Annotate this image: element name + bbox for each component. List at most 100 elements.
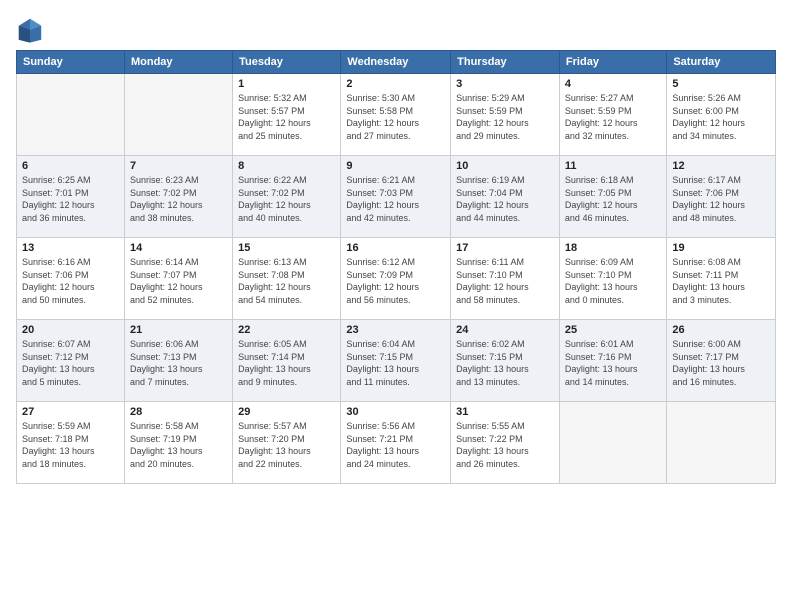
calendar-cell — [124, 74, 232, 156]
day-number: 10 — [456, 160, 554, 172]
day-info: Sunrise: 6:17 AM Sunset: 7:06 PM Dayligh… — [672, 174, 770, 224]
calendar-cell: 5 Sunrise: 5:26 AM Sunset: 6:00 PM Daylig… — [667, 74, 776, 156]
calendar-cell: 30 Sunrise: 5:56 AM Sunset: 7:21 PM Dayli… — [341, 402, 451, 484]
calendar-cell: 23 Sunrise: 6:04 AM Sunset: 7:15 PM Dayli… — [341, 320, 451, 402]
calendar-cell: 24Sunrise: 6:02 AM Sunset: 7:15 PM Dayli… — [451, 320, 560, 402]
day-number: 13 — [22, 242, 119, 254]
day-info: Sunrise: 6:04 AM Sunset: 7:15 PM Dayligh… — [346, 338, 445, 388]
calendar-cell: 14 Sunrise: 6:14 AM Sunset: 7:07 PM Dayli… — [124, 238, 232, 320]
day-number: 28 — [130, 406, 227, 418]
day-number: 7 — [130, 160, 227, 172]
calendar-cell: 18Sunrise: 6:09 AM Sunset: 7:10 PM Dayli… — [559, 238, 666, 320]
day-number: 3 — [456, 78, 554, 90]
day-info: Sunrise: 5:29 AM Sunset: 5:59 PM Dayligh… — [456, 92, 554, 142]
week-row-1: 1 Sunrise: 5:32 AM Sunset: 5:57 PM Daylig… — [17, 74, 776, 156]
calendar-cell: 6Sunrise: 6:25 AM Sunset: 7:01 PM Daylig… — [17, 156, 125, 238]
day-info: Sunrise: 5:32 AM Sunset: 5:57 PM Dayligh… — [238, 92, 335, 142]
weekday-header-sunday: Sunday — [17, 51, 125, 74]
calendar-cell: 21Sunrise: 6:06 AM Sunset: 7:13 PM Dayli… — [124, 320, 232, 402]
weekday-header-wednesday: Wednesday — [341, 51, 451, 74]
calendar-cell: 15 Sunrise: 6:13 AM Sunset: 7:08 PM Dayli… — [233, 238, 341, 320]
day-info: Sunrise: 6:05 AM Sunset: 7:14 PM Dayligh… — [238, 338, 335, 388]
day-info: Sunrise: 6:23 AM Sunset: 7:02 PM Dayligh… — [130, 174, 227, 224]
calendar-cell: 12 Sunrise: 6:17 AM Sunset: 7:06 PM Dayli… — [667, 156, 776, 238]
day-number: 4 — [565, 78, 661, 90]
day-number: 24 — [456, 324, 554, 336]
day-number: 23 — [346, 324, 445, 336]
day-number: 6 — [22, 160, 119, 172]
logo-icon — [16, 16, 44, 44]
week-row-5: 27 Sunrise: 5:59 AM Sunset: 7:18 PM Dayli… — [17, 402, 776, 484]
calendar-cell: 1 Sunrise: 5:32 AM Sunset: 5:57 PM Daylig… — [233, 74, 341, 156]
day-info: Sunrise: 5:55 AM Sunset: 7:22 PM Dayligh… — [456, 420, 554, 470]
day-number: 17 — [456, 242, 554, 254]
day-number: 26 — [672, 324, 770, 336]
logo — [16, 16, 46, 44]
calendar-cell: 25Sunrise: 6:01 AM Sunset: 7:16 PM Dayli… — [559, 320, 666, 402]
calendar-cell: 29Sunrise: 5:57 AM Sunset: 7:20 PM Dayli… — [233, 402, 341, 484]
day-number: 19 — [672, 242, 770, 254]
day-info: Sunrise: 5:59 AM Sunset: 7:18 PM Dayligh… — [22, 420, 119, 470]
day-number: 5 — [672, 78, 770, 90]
calendar-cell — [667, 402, 776, 484]
calendar-cell: 31Sunrise: 5:55 AM Sunset: 7:22 PM Dayli… — [451, 402, 560, 484]
day-number: 25 — [565, 324, 661, 336]
day-info: Sunrise: 6:12 AM Sunset: 7:09 PM Dayligh… — [346, 256, 445, 306]
day-info: Sunrise: 6:22 AM Sunset: 7:02 PM Dayligh… — [238, 174, 335, 224]
day-info: Sunrise: 5:56 AM Sunset: 7:21 PM Dayligh… — [346, 420, 445, 470]
day-info: Sunrise: 6:07 AM Sunset: 7:12 PM Dayligh… — [22, 338, 119, 388]
day-number: 21 — [130, 324, 227, 336]
calendar-cell: 17 Sunrise: 6:11 AM Sunset: 7:10 PM Dayli… — [451, 238, 560, 320]
calendar-cell: 19 Sunrise: 6:08 AM Sunset: 7:11 PM Dayli… — [667, 238, 776, 320]
calendar-cell: 28 Sunrise: 5:58 AM Sunset: 7:19 PM Dayli… — [124, 402, 232, 484]
day-info: Sunrise: 6:19 AM Sunset: 7:04 PM Dayligh… — [456, 174, 554, 224]
weekday-header-tuesday: Tuesday — [233, 51, 341, 74]
day-number: 16 — [346, 242, 445, 254]
day-number: 12 — [672, 160, 770, 172]
calendar-cell: 27 Sunrise: 5:59 AM Sunset: 7:18 PM Dayli… — [17, 402, 125, 484]
day-info: Sunrise: 5:30 AM Sunset: 5:58 PM Dayligh… — [346, 92, 445, 142]
day-number: 2 — [346, 78, 445, 90]
day-number: 14 — [130, 242, 227, 254]
day-number: 30 — [346, 406, 445, 418]
weekday-header-friday: Friday — [559, 51, 666, 74]
day-info: Sunrise: 6:21 AM Sunset: 7:03 PM Dayligh… — [346, 174, 445, 224]
calendar-cell: 13Sunrise: 6:16 AM Sunset: 7:06 PM Dayli… — [17, 238, 125, 320]
day-number: 15 — [238, 242, 335, 254]
day-info: Sunrise: 5:27 AM Sunset: 5:59 PM Dayligh… — [565, 92, 661, 142]
day-number: 11 — [565, 160, 661, 172]
day-info: Sunrise: 6:09 AM Sunset: 7:10 PM Dayligh… — [565, 256, 661, 306]
day-info: Sunrise: 6:08 AM Sunset: 7:11 PM Dayligh… — [672, 256, 770, 306]
day-info: Sunrise: 6:00 AM Sunset: 7:17 PM Dayligh… — [672, 338, 770, 388]
calendar-cell: 2 Sunrise: 5:30 AM Sunset: 5:58 PM Daylig… — [341, 74, 451, 156]
week-row-4: 20 Sunrise: 6:07 AM Sunset: 7:12 PM Dayli… — [17, 320, 776, 402]
calendar-cell: 7 Sunrise: 6:23 AM Sunset: 7:02 PM Daylig… — [124, 156, 232, 238]
day-info: Sunrise: 6:11 AM Sunset: 7:10 PM Dayligh… — [456, 256, 554, 306]
week-row-2: 6Sunrise: 6:25 AM Sunset: 7:01 PM Daylig… — [17, 156, 776, 238]
calendar-cell: 26 Sunrise: 6:00 AM Sunset: 7:17 PM Dayli… — [667, 320, 776, 402]
day-info: Sunrise: 5:26 AM Sunset: 6:00 PM Dayligh… — [672, 92, 770, 142]
calendar-table: SundayMondayTuesdayWednesdayThursdayFrid… — [16, 50, 776, 484]
week-row-3: 13Sunrise: 6:16 AM Sunset: 7:06 PM Dayli… — [17, 238, 776, 320]
day-number: 8 — [238, 160, 335, 172]
weekday-header-row: SundayMondayTuesdayWednesdayThursdayFrid… — [17, 51, 776, 74]
day-number: 20 — [22, 324, 119, 336]
day-info: Sunrise: 6:13 AM Sunset: 7:08 PM Dayligh… — [238, 256, 335, 306]
day-number: 29 — [238, 406, 335, 418]
day-number: 1 — [238, 78, 335, 90]
calendar-cell — [559, 402, 666, 484]
calendar-cell: 16 Sunrise: 6:12 AM Sunset: 7:09 PM Dayli… — [341, 238, 451, 320]
day-number: 22 — [238, 324, 335, 336]
calendar-cell: 8 Sunrise: 6:22 AM Sunset: 7:02 PM Daylig… — [233, 156, 341, 238]
header — [16, 12, 776, 44]
day-number: 27 — [22, 406, 119, 418]
calendar-cell — [17, 74, 125, 156]
day-info: Sunrise: 6:14 AM Sunset: 7:07 PM Dayligh… — [130, 256, 227, 306]
weekday-header-saturday: Saturday — [667, 51, 776, 74]
weekday-header-monday: Monday — [124, 51, 232, 74]
calendar-cell: 10 Sunrise: 6:19 AM Sunset: 7:04 PM Dayli… — [451, 156, 560, 238]
day-info: Sunrise: 5:58 AM Sunset: 7:19 PM Dayligh… — [130, 420, 227, 470]
calendar-cell: 22 Sunrise: 6:05 AM Sunset: 7:14 PM Dayli… — [233, 320, 341, 402]
day-number: 9 — [346, 160, 445, 172]
main-container: SundayMondayTuesdayWednesdayThursdayFrid… — [0, 0, 792, 492]
